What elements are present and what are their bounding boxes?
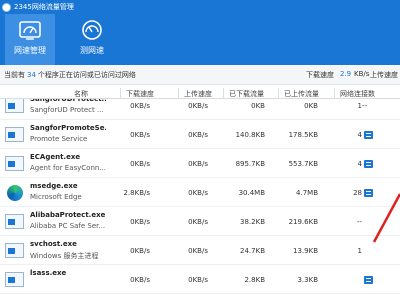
speed-limit-icon[interactable] xyxy=(364,276,373,284)
process-description: SangforUD Protect ... xyxy=(30,106,104,114)
downloaded-cell: 895.7KB xyxy=(235,160,265,168)
top-bar: 2345网络流量管理 网速管理 测网速 xyxy=(0,0,400,65)
downloaded-cell: 2.8KB xyxy=(244,276,265,284)
column-header-download-speed[interactable]: 下载速度 xyxy=(126,89,154,99)
process-name: ECAgent.exe xyxy=(30,153,81,161)
title-row: 2345网络流量管理 xyxy=(0,0,74,14)
process-description: Promote Service xyxy=(30,135,88,143)
download-speed-cell: 0KB/s xyxy=(130,102,150,110)
downloaded-cell: 38.2KB xyxy=(240,218,265,226)
uploaded-cell: 553.7KB xyxy=(288,160,318,168)
uploaded-cell: 3.3KB xyxy=(297,276,318,284)
process-description: Windows 服务主进程 xyxy=(30,252,99,260)
column-header-downloaded[interactable]: 已下载流量 xyxy=(229,89,264,99)
upload-speed-cell: 0KB/s xyxy=(188,102,208,110)
process-name: AlibabaProtect.exe xyxy=(30,211,106,219)
downloaded-cell: 24.7KB xyxy=(240,247,265,255)
app-window-icon xyxy=(5,272,24,287)
download-speed-cell: 2.8KB/s xyxy=(123,189,150,197)
process-name: msedge.exe xyxy=(30,182,78,190)
app-window-icon xyxy=(5,243,24,258)
upload-speed-label: 上传速度 xyxy=(370,71,398,79)
tab-label: 测网速 xyxy=(80,46,104,55)
speed-gauge-icon xyxy=(19,21,41,40)
speed-limit-icon[interactable] xyxy=(364,160,373,168)
download-speed-unit: KB/s xyxy=(354,70,370,78)
column-divider xyxy=(334,88,335,98)
connections-cell: -- xyxy=(356,218,362,226)
column-header-name[interactable]: 名称 xyxy=(74,89,88,99)
upload-speed-cell: 0KB/s xyxy=(188,218,208,226)
column-divider xyxy=(223,88,224,98)
column-header-uploaded[interactable]: 已上传流量 xyxy=(284,89,319,99)
app-logo-icon xyxy=(2,2,11,12)
uploaded-cell: 219.6KB xyxy=(288,218,318,226)
process-name: lsass.exe xyxy=(30,269,67,277)
connections-cell: 1 xyxy=(357,247,362,255)
status-suffix: 个程序正在访问或已访问过网络 xyxy=(37,70,136,79)
column-divider xyxy=(178,88,179,98)
tab-speed-test[interactable]: 测网速 xyxy=(67,14,117,65)
process-table: SangforUDProtect... SangforUD Protect ..… xyxy=(0,86,400,300)
window-title: 2345网络流量管理 xyxy=(14,3,74,11)
table-row[interactable]: lsass.exe 0KB/s 0KB/s 2.8KB 3.3KB xyxy=(0,265,400,294)
connections-cell: 4 xyxy=(357,131,362,139)
table-row[interactable]: ECAgent.exe Agent for EasyConn... 0KB/s … xyxy=(0,149,400,178)
tab-label: 网速管理 xyxy=(14,46,46,55)
download-speed-cell: 0KB/s xyxy=(130,218,150,226)
status-bar: 当前有 34 个程序正在访问或已访问过网络 下载速度 2.9 KB/s 上传速度 xyxy=(0,65,400,85)
table-row[interactable]: msedge.exe Microsoft Edge 2.8KB/s 0KB/s … xyxy=(0,178,400,207)
downloaded-cell: 30.4MB xyxy=(238,189,265,197)
column-divider xyxy=(120,88,121,98)
app-window-icon xyxy=(5,156,24,171)
download-speed-value: 2.9 xyxy=(340,70,352,78)
connections-cell: 28 xyxy=(353,189,362,197)
download-speed-label: 下载速度 xyxy=(306,71,334,79)
uploaded-cell: 178.5KB xyxy=(288,131,318,139)
speed-test-icon xyxy=(82,20,102,40)
column-header-connections[interactable]: 网络连接数 xyxy=(340,89,375,99)
table-body: SangforUDProtect... SangforUD Protect ..… xyxy=(0,91,400,294)
uploaded-cell: 4.7MB xyxy=(296,189,318,197)
limit-cell[interactable]: -- xyxy=(362,102,367,110)
process-description: Alibaba PC Safe Ser... xyxy=(30,222,106,230)
uploaded-cell: 13.9KB xyxy=(293,247,318,255)
table-row[interactable]: SangforPromoteSe... Promote Service 0KB/… xyxy=(0,120,400,149)
downloaded-cell: 0KB xyxy=(251,102,265,110)
process-description: Microsoft Edge xyxy=(30,193,82,201)
upload-speed-cell: 0KB/s xyxy=(188,247,208,255)
app-window-icon xyxy=(5,214,24,229)
table-row[interactable]: AlibabaProtect.exe Alibaba PC Safe Ser..… xyxy=(0,207,400,236)
table-header: 名称 下载速度 上传速度 已下载流量 已上传流量 网络连接数 xyxy=(0,86,400,99)
process-description: Agent for EasyConn... xyxy=(30,164,106,172)
column-header-upload-speed[interactable]: 上传速度 xyxy=(184,89,212,99)
app-window-icon xyxy=(5,98,24,113)
table-row[interactable]: svchost.exe Windows 服务主进程 0KB/s 0KB/s 24… xyxy=(0,236,400,265)
annotation-arrow xyxy=(372,193,400,243)
edge-browser-icon xyxy=(7,185,23,201)
download-speed-cell: 0KB/s xyxy=(130,276,150,284)
download-speed-cell: 0KB/s xyxy=(130,247,150,255)
app-window-icon xyxy=(5,127,24,142)
connections-cell: 4 xyxy=(357,160,362,168)
speed-limit-icon[interactable] xyxy=(364,131,373,139)
process-name: SangforPromoteSe... xyxy=(30,124,106,132)
download-speed-cell: 0KB/s xyxy=(130,131,150,139)
tab-speed-management[interactable]: 网速管理 xyxy=(5,14,55,65)
downloaded-cell: 140.8KB xyxy=(235,131,265,139)
column-divider xyxy=(278,88,279,98)
process-name: svchost.exe xyxy=(30,240,77,248)
uploaded-cell: 0KB xyxy=(304,102,318,110)
download-speed-cell: 0KB/s xyxy=(130,160,150,168)
upload-speed-cell: 0KB/s xyxy=(188,276,208,284)
upload-speed-cell: 0KB/s xyxy=(188,131,208,139)
upload-speed-cell: 0KB/s xyxy=(188,160,208,168)
status-prefix: 当前有 xyxy=(4,70,25,79)
program-count: 34 xyxy=(27,70,36,79)
upload-speed-cell: 0KB/s xyxy=(188,189,208,197)
